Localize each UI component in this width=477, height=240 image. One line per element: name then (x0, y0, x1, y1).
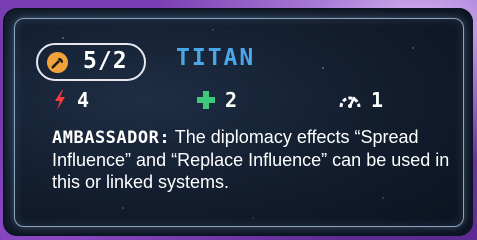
cost-badge: 5/2 (36, 43, 146, 81)
ability-name: AMBASSADOR: (52, 128, 171, 148)
speed-value: 1 (371, 88, 384, 112)
ship-name: TITAN (176, 45, 256, 71)
wrench-icon (46, 51, 69, 74)
cost-value: 5/2 (83, 48, 128, 74)
ability-text-block: AMBASSADOR: The diplomacy effects “Sprea… (52, 126, 452, 193)
health-stat: 2 (197, 88, 237, 112)
speed-stat: 1 (339, 88, 383, 112)
lightning-bolt-icon (55, 90, 65, 110)
attack-stat: 4 (53, 88, 89, 112)
speedometer-icon (339, 96, 361, 108)
plus-icon (197, 91, 215, 109)
health-value: 2 (225, 88, 238, 112)
attack-value: 4 (77, 88, 90, 112)
